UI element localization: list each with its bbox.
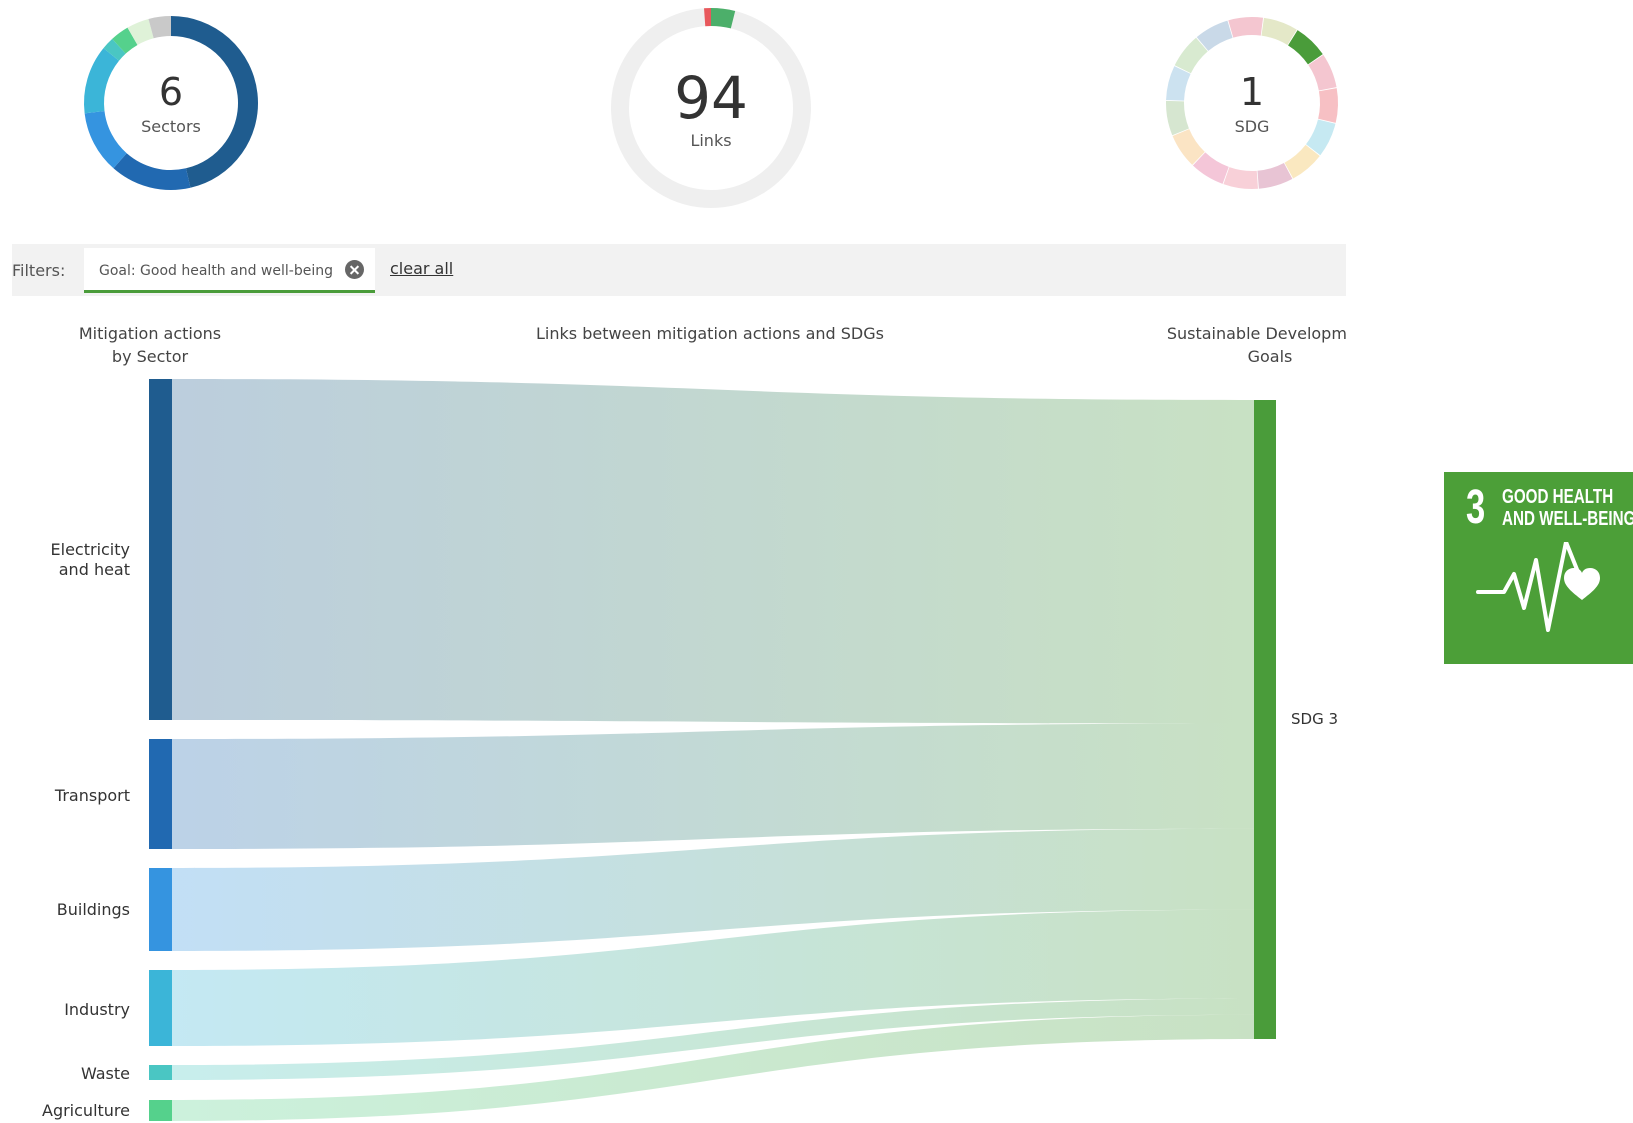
filters-label: Filters: [12, 261, 66, 280]
sectors-header-line2: by Sector [111, 347, 189, 366]
filter-chip-goal[interactable]: Goal: Good health and well-being [84, 248, 375, 293]
sectors-donut-segment [113, 153, 191, 190]
sdg-tile-title: GOOD HEALTH AND WELL-BEING [1502, 486, 1633, 530]
sankey-node-waste[interactable] [149, 1065, 172, 1080]
sector-label-electricity: Electricity and heat [20, 540, 130, 580]
sectors-donut-segment [148, 16, 172, 39]
filter-chip-label: Goal: Good health and well-being [99, 263, 333, 279]
sdg-donut-segment [1228, 17, 1264, 38]
sdg-donut-segment [1261, 17, 1297, 46]
links-column-header: Links between mitigation actions and SDG… [480, 322, 940, 345]
sdg-tile-number: 3 [1466, 481, 1486, 534]
links-count-label: Links [690, 131, 732, 150]
sector-label-electricity-line1: Electricity [50, 540, 130, 559]
sankey-node-transport[interactable] [149, 739, 172, 849]
sectors-count-label: Sectors [141, 117, 201, 136]
sector-label-waste: Waste [80, 1064, 130, 1083]
sdg-count-label: SDG [1234, 117, 1270, 136]
sdg-donut-segment [1223, 167, 1258, 189]
sdg-donut-segment [1287, 30, 1323, 65]
sankey-link-electricity[interactable] [172, 379, 1254, 724]
close-icon[interactable] [345, 260, 364, 279]
sector-label-transport: Transport [54, 786, 130, 805]
sectors-column-header: Mitigation actions by Sector [50, 322, 250, 368]
filter-bar: Filters: Goal: Good health and well-bein… [12, 244, 1346, 296]
sankey-diagram [149, 379, 1276, 1121]
sdg-donut-segment [1174, 37, 1208, 74]
sdg-donut-segment [1172, 128, 1206, 165]
sector-label-agriculture: Agriculture [42, 1101, 130, 1120]
links-count-value: 94 [674, 64, 748, 132]
sankey-node-industry[interactable] [149, 970, 172, 1046]
sector-label-electricity-line2: and heat [58, 560, 130, 579]
sdg-tile-title-line2: AND WELL-BEING [1502, 508, 1633, 530]
sdg-column-header: Sustainable Development Goals [1150, 322, 1346, 372]
sdg3-goal-tile: 3 GOOD HEALTH AND WELL-BEING [1444, 472, 1633, 664]
sdg-header-text: Sustainable Development Goals [1150, 322, 1346, 368]
sdg-count-value: 1 [1239, 70, 1265, 114]
sectors-header-line1: Mitigation actions [78, 324, 222, 343]
sectors-donut-segment [112, 27, 138, 54]
sdg-tile-title-line1: GOOD HEALTH [1502, 486, 1614, 508]
sectors-donut-segment [127, 18, 154, 46]
links-donut-segment [710, 8, 736, 29]
sectors-count-value: 6 [158, 70, 184, 114]
sectors-count-donut: 6 Sectors [81, 13, 261, 193]
sector-label-buildings: Buildings [56, 900, 130, 919]
links-header-text: Links between mitigation actions and SDG… [536, 324, 884, 343]
clear-all-link[interactable]: clear all [390, 259, 453, 278]
sankey-node-sdg3[interactable] [1254, 400, 1276, 1039]
sankey-node-electricity[interactable] [149, 379, 172, 720]
sdg-donut-segment [1284, 144, 1320, 179]
sdg-node-label: SDG 3 [1291, 710, 1339, 728]
sankey-node-buildings[interactable] [149, 868, 172, 951]
sdg-header-line1: Sustainable Development [1166, 324, 1346, 343]
heartbeat-heart-icon [1476, 542, 1600, 632]
sdg-donut-segment [1192, 152, 1230, 184]
sector-label-industry: Industry [64, 1000, 130, 1019]
sdg-header-line2: Goals [1247, 347, 1293, 366]
sdg-count-donut: 1 SDG [1162, 13, 1342, 193]
sankey-node-agriculture[interactable] [149, 1100, 172, 1121]
sdg-donut-segment [1257, 162, 1293, 189]
sdg-donut-segment [1196, 20, 1233, 52]
links-count-donut: 94 Links [606, 3, 816, 213]
sectors-donut-segment [103, 38, 126, 61]
